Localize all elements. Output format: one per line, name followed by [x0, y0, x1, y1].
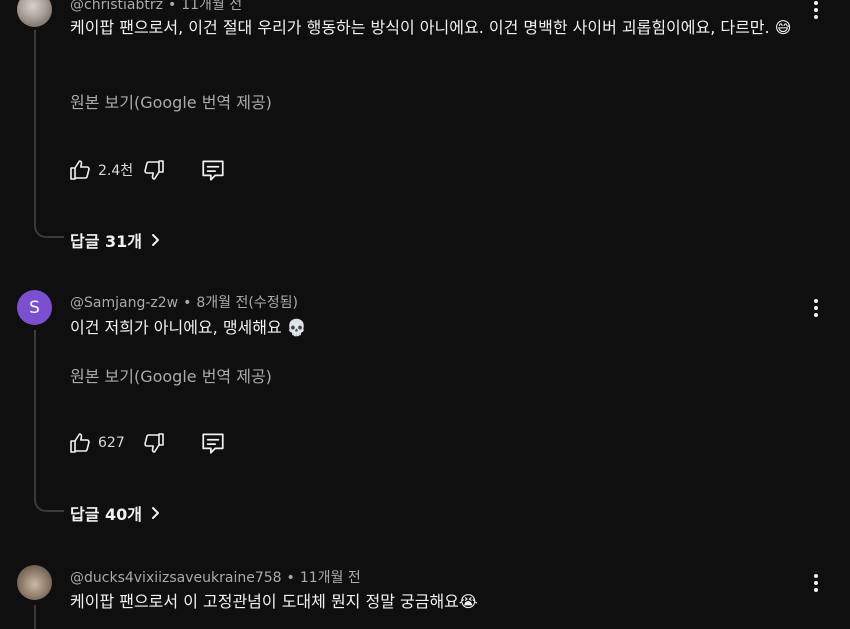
thread-line: [34, 605, 36, 629]
vertical-dots-icon: [814, 299, 818, 303]
comment-text: 이건 저희가 아니에요, 맹세해요 💀: [70, 318, 307, 337]
comments-page: @christiabtrz • 11개월 전 케이팝 팬으로서, 이건 절대 우리가…: [0, 0, 850, 629]
like-button[interactable]: 627: [68, 431, 142, 455]
thread-line: [34, 330, 36, 496]
dislike-button[interactable]: [142, 158, 166, 182]
comment-time[interactable]: 11개월 전: [300, 570, 361, 586]
comment-meta: @Samjang-z2w • 8개월 전(수정됨): [70, 292, 298, 312]
like-count: 627: [98, 435, 125, 451]
see-original-link[interactable]: 원본 보기(Google 번역 제공): [70, 363, 272, 387]
thumbs-down-icon: [144, 433, 164, 453]
author-handle[interactable]: @Samjang-z2w: [70, 295, 178, 311]
vertical-dots-icon: [814, 574, 818, 578]
avatar-letter: S: [29, 297, 40, 318]
thumbs-down-icon: [144, 160, 164, 180]
author-handle[interactable]: @christiabtrz: [70, 0, 163, 13]
thumbs-up-icon: [70, 433, 90, 453]
avatar[interactable]: S: [17, 290, 52, 325]
comment-actions: 627: [68, 430, 226, 456]
meta-separator: •: [286, 570, 295, 586]
avatar[interactable]: [17, 565, 52, 600]
like-count: 2.4천: [98, 163, 134, 179]
comment-time[interactable]: 11개월 전: [181, 0, 242, 13]
like-button[interactable]: 2.4천: [68, 158, 142, 182]
replies-count-label: 답글 40개: [70, 505, 142, 524]
comment-time[interactable]: 8개월 전(수정됨): [196, 295, 298, 311]
comment-meta: @ducks4vixiizsaveukraine758 • 11개월 전: [70, 567, 361, 587]
thumbs-up-icon: [70, 160, 90, 180]
comment-text: 케이팝 팬으로서, 이건 절대 우리가 행동하는 방식이 아니에요. 이건 명백…: [70, 18, 792, 37]
view-replies-button[interactable]: 답글 31개: [70, 228, 162, 252]
thread-connector: [34, 496, 64, 512]
thread-line: [34, 30, 36, 222]
chevron-right-icon: [152, 507, 159, 519]
reply-button[interactable]: [200, 430, 226, 456]
comment-meta: @christiabtrz • 11개월 전: [70, 0, 242, 14]
comment-reply-icon: [202, 433, 224, 454]
reply-button[interactable]: [200, 157, 226, 183]
avatar[interactable]: [17, 0, 52, 27]
thread-connector: [34, 222, 64, 238]
chevron-right-icon: [152, 234, 159, 246]
vertical-dots-icon: [814, 1, 818, 5]
see-original-link[interactable]: 원본 보기(Google 번역 제공): [70, 89, 272, 113]
meta-separator: •: [167, 0, 177, 13]
replies-count-label: 답글 31개: [70, 232, 142, 251]
view-replies-button[interactable]: 답글 40개: [70, 501, 162, 525]
dislike-button[interactable]: [142, 431, 166, 455]
author-handle[interactable]: @ducks4vixiizsaveukraine758: [70, 570, 282, 586]
comment-reply-icon: [202, 160, 224, 181]
meta-separator: •: [183, 295, 192, 311]
comment-actions: 2.4천: [68, 157, 226, 183]
comment-text: 케이팝 팬으로서 이 고정관념이 도대체 뭔지 정말 궁금해요😭: [70, 592, 478, 611]
